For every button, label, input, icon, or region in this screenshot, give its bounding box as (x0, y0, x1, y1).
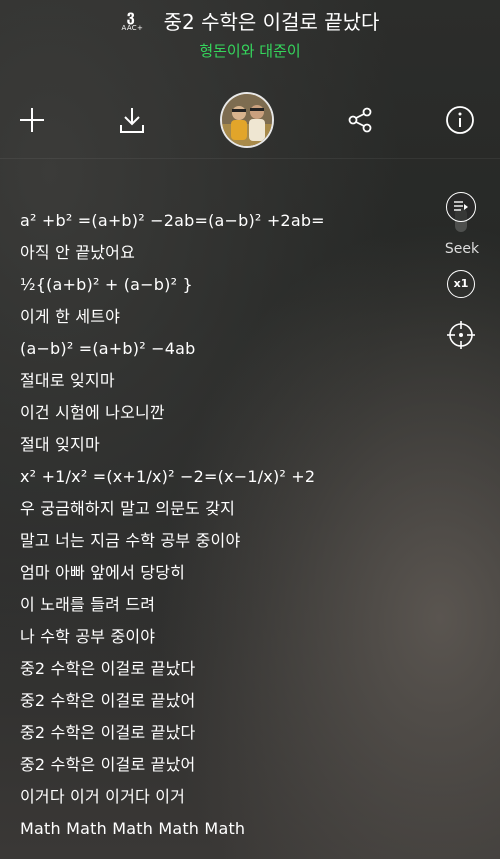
quality-logo-mark: ვ (126, 6, 136, 25)
title-row: ვ AAC+ 중2 수학은 이걸로 끝났다 (0, 6, 500, 35)
artist-name[interactable]: 형돈이와 대준이 (0, 40, 500, 61)
lyric-line[interactable]: 나 수학 공부 중이야 (20, 621, 430, 653)
share-icon (348, 107, 372, 133)
lyric-line[interactable]: 이건 시험에 나오니깐 (20, 397, 430, 429)
add-to-playlist-button[interactable] (12, 88, 52, 152)
download-button[interactable] (112, 88, 152, 152)
quality-badge-text: AAC+ (121, 23, 144, 32)
lyric-line[interactable]: 중2 수학은 이걸로 끝났다 (20, 653, 430, 685)
lyric-line[interactable]: x² +1/x² =(x+1/x)² −2=(x−1/x)² +2 (20, 461, 430, 493)
seek-toggle[interactable] (446, 192, 476, 232)
lyric-line[interactable]: 이거다 이거 이거다 이거 (20, 781, 430, 813)
crosshair-icon (447, 321, 475, 349)
player-toolbar (0, 88, 500, 156)
player-header: ვ AAC+ 중2 수학은 이걸로 끝났다 형돈이와 대준이 (0, 0, 500, 70)
lyric-line[interactable]: 이게 한 세트야 (20, 301, 430, 333)
info-icon (446, 106, 474, 134)
lyric-line[interactable]: 아직 안 끝났어요 (20, 237, 430, 269)
lyric-line[interactable]: 중2 수학은 이걸로 끝났다 (20, 717, 430, 749)
lyric-line[interactable]: 중2 수학은 이걸로 끝났어 (20, 685, 430, 717)
lyric-line[interactable]: 우 궁금해하지 말고 의문도 갖지 (20, 493, 430, 525)
lyric-line[interactable]: (a−b)² =(a+b)² −4ab (20, 333, 430, 365)
lyric-line[interactable]: a² +b² =(a+b)² −2ab=(a−b)² +2ab= (20, 205, 430, 237)
plus-icon (20, 108, 44, 132)
lyric-line[interactable]: 엄마 아빠 앞에서 당당히 (20, 557, 430, 589)
playback-speed-button[interactable]: x1 (447, 270, 475, 298)
info-button[interactable] (440, 88, 480, 152)
lyric-line[interactable]: 중2 수학은 이걸로 끝났어 (20, 749, 430, 781)
playlist-seek-icon (454, 201, 468, 211)
album-art (220, 92, 274, 148)
album-art-button[interactable] (220, 88, 274, 152)
lyric-line[interactable]: 절대로 잊지마 (20, 365, 430, 397)
lyrics-panel[interactable]: a² +b² =(a+b)² −2ab=(a−b)² +2ab= 아직 안 끝났어… (20, 205, 430, 845)
album-art-image (222, 94, 272, 146)
seek-label: Seek (444, 241, 480, 257)
share-button[interactable] (340, 88, 380, 152)
aac-quality-badge: ვ AAC+ (121, 7, 151, 35)
sync-lyrics-button[interactable] (446, 320, 476, 350)
download-icon (120, 108, 144, 133)
seek-toggle-knob (446, 192, 476, 222)
toolbar-divider (0, 158, 500, 159)
lyric-line[interactable]: ½{(a+b)² + (a−b)² } (20, 269, 430, 301)
song-title: 중2 수학은 이걸로 끝났다 (163, 10, 380, 34)
lyric-line[interactable]: 말고 너는 지금 수학 공부 중이야 (20, 525, 430, 557)
lyric-line[interactable]: 이 노래를 들려 드려 (20, 589, 430, 621)
lyric-line[interactable]: 절대 잊지마 (20, 429, 430, 461)
lyric-line[interactable]: Math Math Math Math Math (20, 813, 430, 845)
